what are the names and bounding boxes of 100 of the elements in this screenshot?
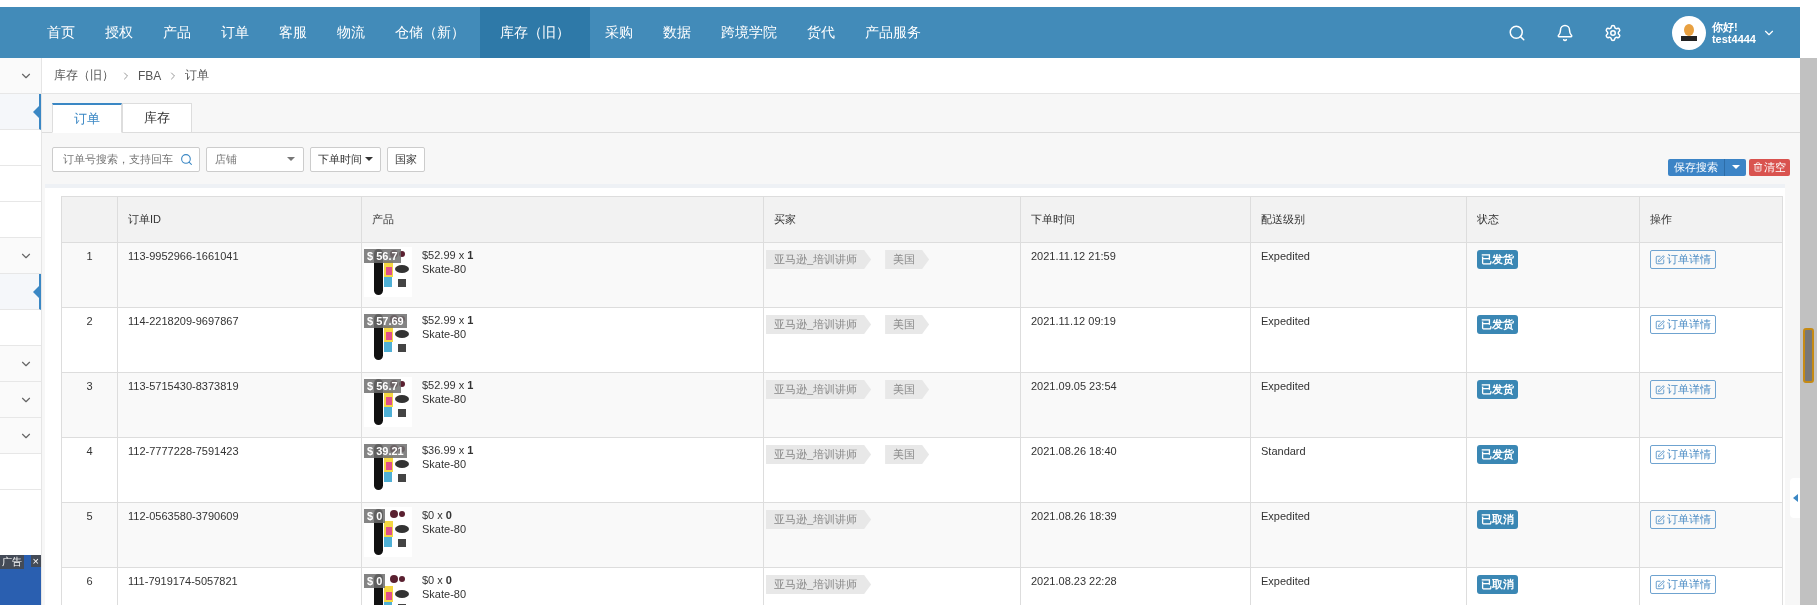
edit-icon — [1655, 449, 1665, 460]
scrollbar[interactable] — [1800, 58, 1817, 605]
dropdown-button[interactable] — [1724, 158, 1746, 176]
country-button[interactable]: 国家 — [387, 146, 425, 172]
table-cell: 114-2218209-9697867 — [117, 307, 362, 373]
clear-button[interactable]: 清空 — [1749, 158, 1790, 176]
settings-icon[interactable] — [1603, 23, 1622, 42]
table-cell: 2021.09.05 23:54 — [1020, 372, 1251, 438]
nav-item[interactable]: 客服 — [264, 7, 322, 58]
shop-select[interactable]: 店铺 — [206, 146, 304, 172]
price-tag: $ 39.21 — [364, 444, 407, 458]
search-icon — [180, 152, 193, 166]
nav-item[interactable]: 产品 — [148, 7, 206, 58]
price-quantity-text: $52.99 x 1 — [422, 379, 474, 391]
price-quantity-text: $0 x 0 — [422, 574, 453, 586]
price-quantity-text: $36.99 x 1 — [422, 444, 474, 456]
status-badge: 已发货 — [1477, 445, 1518, 464]
nav-item[interactable]: 库存（旧） — [480, 7, 590, 58]
price-tag: $ 56.7 — [364, 249, 401, 263]
edit-icon — [1655, 579, 1665, 590]
greeting-text: 你好! — [1711, 20, 1739, 33]
save-search-button[interactable]: 保存搜索 — [1668, 158, 1724, 176]
status-badge: 已取消 — [1477, 510, 1518, 529]
scrollbar-thumb[interactable] — [1803, 328, 1814, 383]
table-cell: 113-5715430-8373819 — [117, 372, 362, 438]
column-header: 产品 — [361, 196, 764, 243]
nav-item[interactable]: 采购 — [590, 7, 648, 58]
table-cell: Expedited — [1250, 307, 1467, 373]
sku-text: Skate-80 — [422, 588, 467, 600]
buyer-tag: 亚马逊_培训讲师 — [766, 380, 872, 399]
buyer-tag: 美国 — [885, 315, 930, 334]
column-header: 配送级别 — [1250, 196, 1467, 243]
breadcrumb-item[interactable]: FBA — [138, 68, 162, 83]
price-quantity-text: $52.99 x 1 — [422, 249, 474, 261]
nav-item[interactable]: 产品服务 — [850, 7, 936, 58]
ad-banner[interactable]: 广告 × — [0, 555, 41, 605]
breadcrumb-item[interactable]: 库存（旧） — [54, 67, 114, 84]
status-badge: 已发货 — [1477, 315, 1518, 334]
price-quantity-text: $0 x 0 — [422, 509, 453, 521]
buyer-tag: 亚马逊_培训讲师 — [766, 575, 872, 594]
buyer-tag: 亚马逊_培训讲师 — [766, 510, 872, 529]
close-button[interactable]: × — [30, 555, 41, 567]
table-cell: 4 — [61, 437, 118, 503]
trash-icon — [1753, 162, 1763, 172]
search-icon[interactable] — [1507, 23, 1526, 42]
column-header: 订单ID — [117, 196, 362, 243]
sku-text: Skate-80 — [422, 523, 467, 535]
tab[interactable]: 库存 — [122, 103, 192, 133]
sidebar-item[interactable] — [0, 94, 41, 130]
ad-label: 广告 — [0, 555, 24, 569]
edit-icon — [1655, 319, 1665, 330]
price-quantity-text: $52.99 x 1 — [422, 314, 474, 326]
price-tag: $ 57.69 — [364, 314, 407, 328]
bell-icon[interactable] — [1555, 23, 1574, 42]
order-detail-button[interactable]: 订单详情 — [1650, 445, 1716, 464]
breadcrumb-item[interactable]: 订单 — [185, 67, 210, 84]
search-field[interactable]: 订单号搜索，支持回车 — [52, 146, 200, 172]
order-detail-button[interactable]: 订单详情 — [1650, 510, 1716, 529]
price-tag: $ 56.7 — [364, 379, 401, 393]
order-detail-button[interactable]: 订单详情 — [1650, 315, 1716, 334]
order-detail-button[interactable]: 订单详情 — [1650, 380, 1716, 399]
nav-item[interactable]: 物流 — [322, 7, 380, 58]
buyer-tag: 美国 — [885, 445, 930, 464]
edit-icon — [1655, 514, 1665, 525]
sku-text: Skate-80 — [422, 458, 468, 470]
nav-item[interactable]: 仓储（新） — [380, 7, 480, 58]
nav-item[interactable]: 货代 — [792, 7, 850, 58]
sku-text: Skate-80 — [422, 263, 468, 275]
table-cell: 2021.11.12 09:19 — [1020, 307, 1251, 373]
table-cell: 1 — [61, 242, 118, 308]
tab[interactable]: 订单 — [52, 103, 122, 133]
caret-icon — [365, 157, 373, 161]
column-header: 买家 — [763, 196, 1021, 243]
caret-icon — [1731, 165, 1740, 169]
table-cell: 3 — [61, 372, 118, 438]
buyer-tag: 美国 — [885, 380, 930, 399]
edit-icon — [1655, 254, 1665, 265]
nav-item[interactable]: 订单 — [206, 7, 264, 58]
status-badge: 已发货 — [1477, 380, 1518, 399]
nav-item[interactable]: 授权 — [90, 7, 148, 58]
table-cell: Expedited — [1250, 502, 1467, 568]
sku-text: Skate-80 — [422, 328, 468, 340]
sidebar-item[interactable] — [0, 274, 41, 310]
column-header: 下单时间 — [1020, 196, 1251, 243]
nav-item[interactable]: 跨境学院 — [706, 7, 792, 58]
table-cell: 112-7777228-7591423 — [117, 437, 362, 503]
nav-item[interactable]: 数据 — [648, 7, 706, 58]
column-header: 操作 — [1639, 196, 1783, 243]
user-name[interactable]: test4444 — [1711, 32, 1756, 45]
order-detail-button[interactable]: 订单详情 — [1650, 250, 1716, 269]
order-detail-button[interactable]: 订单详情 — [1650, 575, 1716, 594]
table-cell: 2021.11.12 21:59 — [1020, 242, 1251, 308]
status-badge: 已取消 — [1477, 575, 1518, 594]
avatar[interactable] — [1671, 15, 1706, 50]
table-cell: 2021.08.26 18:40 — [1020, 437, 1251, 503]
sku-text: Skate-80 — [422, 393, 468, 405]
nav-item[interactable]: 首页 — [32, 7, 90, 58]
table-cell: 2021.08.26 18:39 — [1020, 502, 1251, 568]
time-button[interactable]: 下单时间 — [310, 146, 381, 172]
table-cell: 112-0563580-3790609 — [117, 502, 362, 568]
